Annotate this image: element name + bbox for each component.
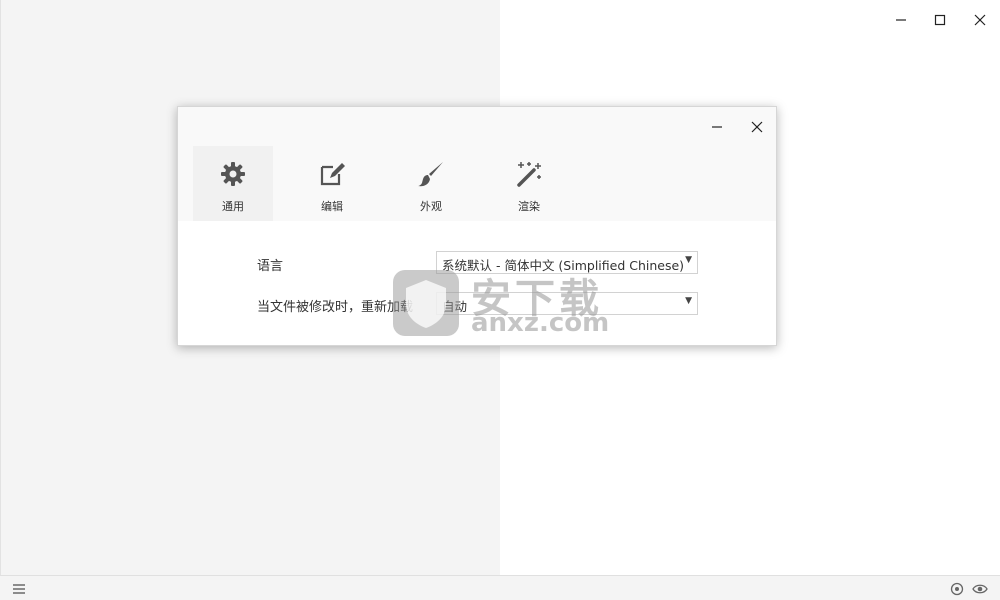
window-minimize-button[interactable] — [883, 6, 919, 34]
reload-select[interactable]: 自动 ▼ — [436, 292, 698, 315]
dialog-close-button[interactable] — [742, 115, 772, 139]
tab-editor[interactable]: 编辑 — [292, 146, 372, 221]
reload-select-value: 自动 — [442, 299, 468, 314]
tab-label: 外观 — [420, 200, 442, 213]
tab-label: 编辑 — [321, 200, 343, 213]
eye-icon[interactable] — [972, 581, 988, 597]
tab-appearance[interactable]: 外观 — [391, 146, 471, 221]
edit-icon — [320, 163, 345, 186]
maximize-icon — [934, 14, 946, 26]
tab-general[interactable]: 通用 — [193, 146, 273, 221]
target-icon[interactable] — [949, 581, 965, 597]
menu-icon[interactable] — [11, 581, 27, 597]
language-label: 语言 — [257, 259, 284, 274]
close-icon — [751, 121, 763, 133]
brush-icon — [418, 162, 443, 187]
tab-label: 渲染 — [518, 200, 540, 213]
window-maximize-button[interactable] — [922, 6, 958, 34]
minimize-icon — [712, 126, 722, 128]
dialog-minimize-button[interactable] — [702, 115, 732, 139]
dropdown-arrow-icon: ▼ — [685, 296, 692, 306]
reload-label: 当文件被修改时，重新加载 — [257, 300, 414, 315]
dropdown-arrow-icon: ▼ — [685, 255, 692, 265]
magic-wand-icon — [517, 162, 541, 187]
status-bar — [0, 575, 1000, 600]
language-select[interactable]: 系统默认 - 简体中文 (Simplified Chinese) ▼ — [436, 251, 698, 274]
settings-dialog: 通用 编辑 外观 渲染 语言 系统默认 - 简体中文 (Simplified C… — [177, 106, 777, 346]
language-select-value: 系统默认 - 简体中文 (Simplified Chinese) — [442, 258, 685, 273]
close-icon — [974, 14, 986, 26]
window-close-button[interactable] — [962, 6, 998, 34]
tab-render[interactable]: 渲染 — [489, 146, 569, 221]
tab-label: 通用 — [222, 200, 244, 213]
minimize-icon — [896, 19, 906, 21]
gear-icon — [221, 162, 245, 186]
